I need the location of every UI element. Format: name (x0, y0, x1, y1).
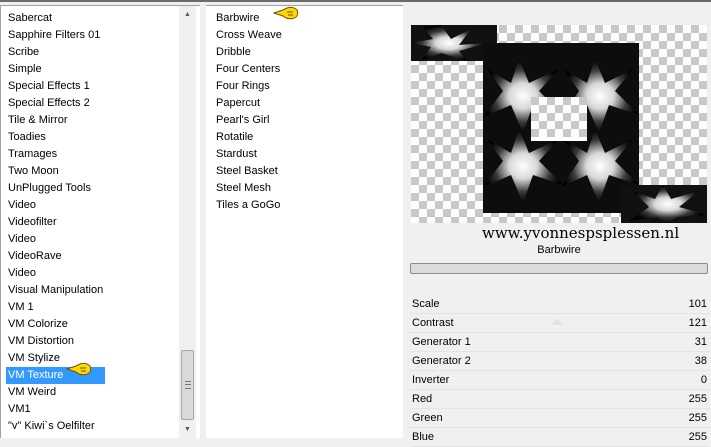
effect-preview (411, 25, 707, 223)
category-item[interactable]: Visual Manipulation (6, 282, 105, 299)
category-item[interactable]: VM1 (6, 401, 105, 418)
category-item[interactable]: Scribe (6, 44, 105, 61)
scroll-down-arrow-icon[interactable]: ▼ (179, 421, 196, 438)
filter-item[interactable]: Dribble (216, 44, 282, 61)
parameter-row-green[interactable]: Green 255 (410, 409, 710, 428)
parameter-row-contrast[interactable]: Contrast 121 (410, 314, 710, 333)
parameter-label: Scale (412, 298, 440, 310)
window-top-border (0, 0, 711, 2)
parameter-label: Green (412, 412, 443, 424)
category-item[interactable]: Videofilter (6, 214, 105, 231)
parameter-label: Contrast (412, 317, 454, 329)
category-item[interactable]: VM Weird (6, 384, 105, 401)
parameter-value[interactable]: 255 (689, 409, 707, 427)
category-item[interactable]: Tile & Mirror (6, 112, 105, 129)
category-item[interactable]: Sapphire Filters 01 (6, 27, 105, 44)
parameter-row-red[interactable]: Red 255 (410, 390, 710, 409)
parameter-value[interactable]: 0 (701, 371, 707, 389)
barbwire-pattern-image (411, 25, 707, 223)
parameter-row-generator-2[interactable]: Generator 2 38 (410, 352, 710, 371)
scroll-up-arrow-icon[interactable]: ▲ (179, 6, 196, 23)
parameter-list[interactable]: Scale 101 Contrast 121 Generator 1 31 Ge… (410, 295, 710, 447)
category-item[interactable]: VM 1 (6, 299, 105, 316)
filter-item[interactable]: Pearl's Girl (216, 112, 282, 129)
parameter-value[interactable]: 121 (689, 314, 707, 332)
filter-item[interactable]: Steel Basket (216, 163, 282, 180)
category-item[interactable]: Video (6, 231, 105, 248)
parameter-label: Generator 1 (412, 336, 471, 348)
category-item[interactable]: VM Colorize (6, 316, 105, 333)
parameter-value[interactable]: 101 (689, 295, 707, 313)
parameter-value[interactable]: 38 (695, 352, 707, 370)
category-item[interactable]: Special Effects 1 (6, 78, 105, 95)
parameter-row-generator-1[interactable]: Generator 1 31 (410, 333, 710, 352)
category-scrollbar[interactable]: ▲ ▼ (179, 6, 196, 438)
category-item[interactable]: Special Effects 2 (6, 95, 105, 112)
category-list-panel[interactable]: Sabercat Sapphire Filters 01 Scribe Simp… (0, 5, 200, 438)
category-item[interactable]: Tramages (6, 146, 105, 163)
parameter-value[interactable]: 31 (695, 333, 707, 351)
progress-bar (410, 263, 708, 274)
parameter-row-scale[interactable]: Scale 101 (410, 295, 710, 314)
filter-item[interactable]: Stardust (216, 146, 282, 163)
filter-item[interactable]: Rotatile (216, 129, 282, 146)
parameter-label: Generator 2 (412, 355, 471, 367)
watermark-text: www.yvonnespsplessen.nl (482, 224, 680, 242)
scrollbar-thumb[interactable] (181, 350, 194, 420)
category-item[interactable]: UnPlugged Tools (6, 180, 105, 197)
category-item[interactable]: Simple (6, 61, 105, 78)
filter-item-selected[interactable]: Barbwire (216, 10, 282, 27)
category-item[interactable]: VideoRave (6, 248, 105, 265)
parameter-row-inverter[interactable]: Inverter 0 (410, 371, 710, 390)
filter-item[interactable]: Four Centers (216, 61, 282, 78)
parameter-label: Inverter (412, 374, 450, 386)
category-item[interactable]: Toadies (6, 129, 105, 146)
pointing-hand-icon (273, 6, 299, 20)
filter-item[interactable]: Papercut (216, 95, 282, 112)
parameter-label: Red (412, 393, 433, 405)
parameter-value[interactable]: 255 (689, 428, 707, 446)
grip-icon (185, 381, 191, 389)
category-item[interactable]: Sabercat (6, 10, 105, 27)
category-item[interactable]: "v" Kiwi`s Oelfilter (6, 418, 105, 435)
category-item[interactable]: Two Moon (6, 163, 105, 180)
filter-item[interactable]: Tiles a GoGo (216, 197, 282, 214)
filter-item[interactable]: Four Rings (216, 78, 282, 95)
category-item[interactable]: VM Distortion (6, 333, 105, 350)
current-filter-name: Barbwire (537, 244, 581, 256)
category-item[interactable]: Video (6, 265, 105, 282)
pointing-hand-icon (66, 362, 92, 376)
category-item[interactable]: Video (6, 197, 105, 214)
filter-list-panel[interactable]: Barbwire Cross Weave Dribble Four Center… (206, 5, 403, 438)
filter-item[interactable]: Cross Weave (216, 27, 282, 44)
filter-item[interactable]: Steel Mesh (216, 180, 282, 197)
parameter-value[interactable]: 255 (689, 390, 707, 408)
filter-list[interactable]: Barbwire Cross Weave Dribble Four Center… (216, 10, 282, 214)
parameter-label: Blue (412, 431, 435, 443)
